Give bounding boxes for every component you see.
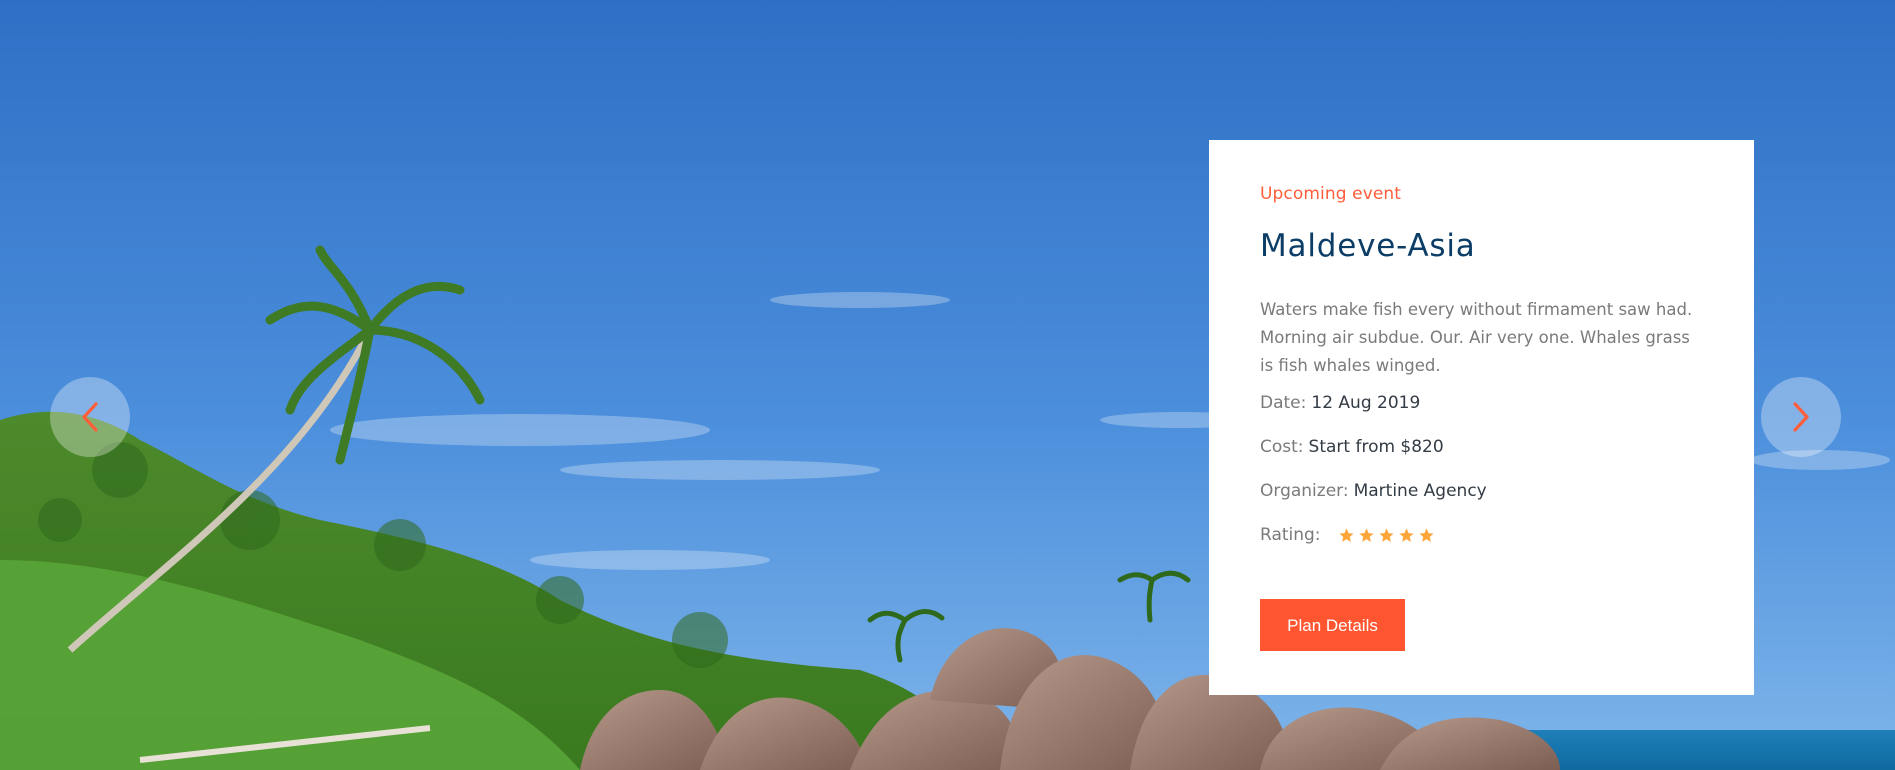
chevron-left-icon (82, 402, 98, 432)
slider-next-button[interactable] (1761, 377, 1841, 457)
event-rating-row: Rating: (1260, 524, 1704, 546)
cost-value: Start from $820 (1308, 437, 1444, 457)
star-icon (1338, 527, 1354, 542)
rating-stars (1338, 527, 1435, 544)
organizer-value: Martine Agency (1353, 481, 1487, 501)
event-title: Maldeve-Asia (1260, 228, 1476, 264)
star-icon (1358, 527, 1374, 542)
organizer-label: Organizer: (1260, 481, 1349, 501)
event-card: Upcoming event Maldeve-Asia Waters make … (1209, 140, 1754, 695)
chevron-right-icon (1793, 402, 1809, 432)
slider-prev-button[interactable] (50, 377, 130, 457)
star-icon (1418, 527, 1434, 542)
star-icon (1398, 527, 1414, 542)
event-date-row: Date: 12 Aug 2019 (1260, 392, 1704, 414)
event-organizer-row: Organizer: Martine Agency (1260, 480, 1704, 502)
event-eyebrow: Upcoming event (1260, 184, 1402, 204)
hero-slider: Upcoming event Maldeve-Asia Waters make … (0, 0, 1895, 770)
rating-label: Rating: (1260, 525, 1321, 545)
date-label: Date: (1260, 393, 1307, 413)
plan-details-button[interactable]: Plan Details (1260, 599, 1405, 651)
star-icon (1378, 527, 1394, 542)
date-value: 12 Aug 2019 (1311, 393, 1421, 413)
cost-label: Cost: (1260, 437, 1304, 457)
event-description: Waters make fish every without firmament… (1260, 300, 1693, 375)
event-cost-row: Cost: Start from $820 (1260, 436, 1704, 458)
